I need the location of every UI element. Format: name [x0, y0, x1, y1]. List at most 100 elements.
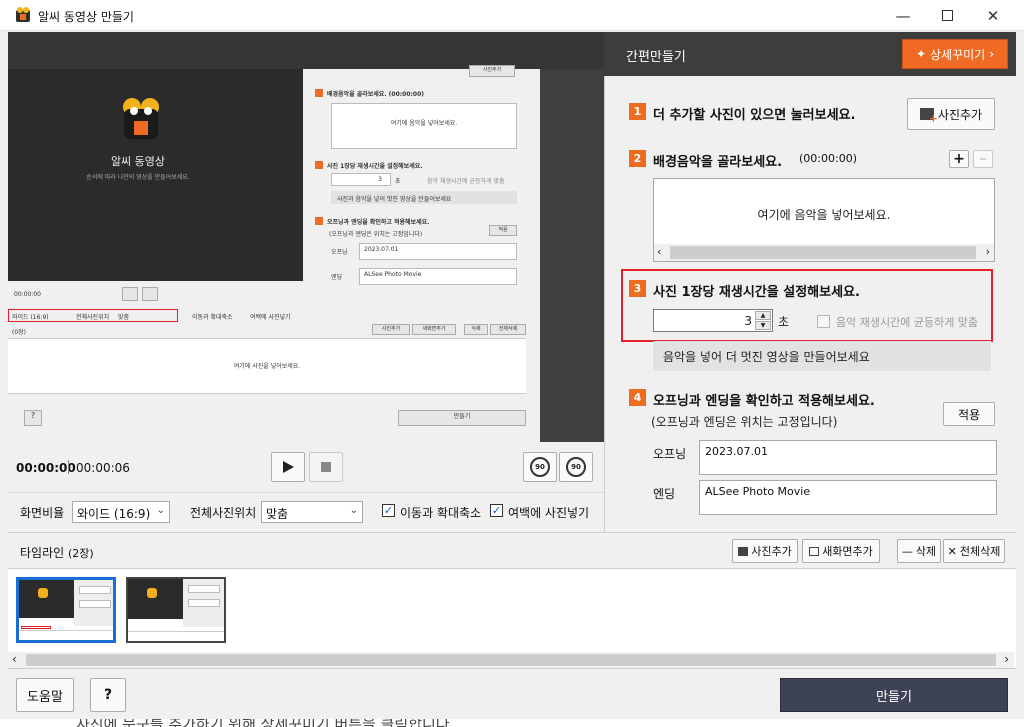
- move-zoom-checkbox[interactable]: ✓: [382, 504, 395, 517]
- preview-mini-num: [315, 89, 323, 97]
- timeline-delete-button[interactable]: — 삭제: [897, 539, 941, 563]
- preview-frame: 알씨 동영상 순서에 따라 나만의 영상을 만들어보세요. 사진추가 배경음악을…: [8, 65, 540, 442]
- add-music-button[interactable]: +: [949, 150, 969, 168]
- add-photo-icon: [738, 546, 749, 556]
- rotate-left-label: 90: [535, 463, 545, 471]
- detail-decorate-button[interactable]: ✦ 상세꾸미기 ›: [902, 39, 1008, 69]
- music-scrollbar[interactable]: ‹ ›: [654, 244, 994, 261]
- play-icon: [283, 461, 294, 473]
- preview-dark-area: 알씨 동영상 순서에 따라 나만의 영상을 만들어보세요.: [8, 69, 303, 281]
- add-photo-button[interactable]: + 사진추가: [907, 98, 995, 130]
- stop-button[interactable]: [309, 452, 343, 482]
- magic-wand-icon: ✦: [915, 47, 927, 61]
- thumb-logo-icon: [38, 588, 48, 598]
- scroll-left-icon[interactable]: ‹: [657, 245, 661, 258]
- preview-mini-ending: ALSee Photo Movie: [359, 268, 517, 285]
- ratio-value: 와이드 (16:9): [77, 507, 151, 521]
- preview-mini-tl-new: 새화면추가: [412, 324, 456, 335]
- make-button[interactable]: 만들기: [780, 678, 1008, 712]
- window-title: 알씨 동영상 만들기: [38, 10, 134, 24]
- preview-mini-unit: 초: [395, 178, 401, 185]
- timeline-thumbnail[interactable]: [16, 577, 116, 643]
- ending-input[interactable]: ALSee Photo Movie: [699, 480, 997, 515]
- panel-header: 간편만들기 ✦ 상세꾸미기 ›: [604, 32, 1016, 76]
- background-document: 사진에 문구를 추가하기 위해 상세꾸미기 버튼을 클릭합니다: [0, 719, 1024, 727]
- question-button[interactable]: ?: [90, 678, 126, 712]
- duration-spinner[interactable]: 3 ▲ ▼: [653, 309, 773, 332]
- ratio-label: 화면비율: [20, 506, 65, 520]
- step-4-title: 오프닝과 엔딩을 확인하고 적용해보세요.: [653, 394, 875, 409]
- music-scrollbar-thumb[interactable]: [670, 246, 976, 259]
- scroll-right-icon[interactable]: ›: [986, 245, 990, 258]
- position-select[interactable]: 맞춤 ⌄: [261, 501, 363, 523]
- minimize-button[interactable]: —: [880, 0, 926, 31]
- thumb-highlight: [21, 626, 51, 629]
- preview-mini-ratio: 와이드 (16:9): [12, 314, 49, 321]
- ratio-select[interactable]: 와이드 (16:9) ⌄: [72, 501, 170, 523]
- preview-mini-music-box: 여기에 음악을 넣어보세요.: [331, 103, 517, 149]
- step-2-title: 배경음악을 골라보세요.: [653, 155, 783, 170]
- preview-mini-check2: 여백에 사진넣기: [250, 314, 291, 321]
- timeline-add-screen-button[interactable]: 새화면추가: [802, 539, 880, 563]
- music-drop-area[interactable]: 여기에 음악을 넣어보세요. ‹ ›: [653, 178, 995, 262]
- play-button[interactable]: [271, 452, 305, 482]
- preview-mini-opening: 2023.07.01: [359, 243, 517, 260]
- rotate-right-label: 90: [571, 463, 581, 471]
- panel-title: 간편만들기: [626, 50, 686, 65]
- info-strip: 음악을 넣어 더 멋진 영상을 만들어보세요: [653, 341, 991, 371]
- help-label: 도움말: [27, 689, 63, 705]
- spin-up-icon[interactable]: ▲: [755, 311, 771, 320]
- help-button[interactable]: 도움말: [16, 678, 74, 712]
- spin-down-icon[interactable]: ▼: [755, 321, 771, 330]
- thumb-box: [188, 599, 220, 607]
- equal-duration-label: 음악 재생시간에 균등하게 맞춤: [836, 316, 979, 329]
- video-preview: 알씨 동영상 순서에 따라 나만의 영상을 만들어보세요. 사진추가 배경음악을…: [8, 32, 604, 442]
- timeline-delete-all-button[interactable]: ✕ 전체삭제: [943, 539, 1005, 563]
- timeline-scrollbar[interactable]: ‹ ›: [8, 652, 1014, 668]
- preview-mini-tl-del: 삭제: [464, 324, 488, 335]
- move-zoom-label: 이동과 확대축소: [400, 506, 482, 520]
- apply-button[interactable]: 적용: [943, 402, 995, 426]
- music-duration: (00:00:00): [799, 152, 857, 165]
- step-1-badge: 1: [629, 103, 646, 120]
- stop-icon: [321, 462, 331, 472]
- preview-mini-opening-label: 오프닝: [331, 249, 348, 256]
- remove-music-button[interactable]: –: [973, 150, 993, 168]
- close-button[interactable]: ✕: [970, 0, 1016, 31]
- preview-mini-play: [122, 287, 138, 301]
- app-window: 알씨 동영상 만들기 — ✕ 알씨 동영상 순서에 따라 나만의 영상을 만들어: [0, 0, 1024, 727]
- preview-mini-ending-label: 엔딩: [331, 274, 343, 281]
- scroll-left-icon[interactable]: ‹: [12, 652, 17, 666]
- preview-mini-num: [315, 217, 323, 225]
- make-label: 만들기: [876, 689, 912, 705]
- thumb-timeline: [19, 630, 113, 640]
- minus-icon: –: [979, 151, 987, 167]
- preview-mini-spin-value: 3: [378, 176, 382, 183]
- timeline-thumbnail[interactable]: [126, 577, 226, 643]
- add-photo-label: 사진추가: [937, 107, 983, 122]
- timeline-add-photo-button[interactable]: 사진추가: [732, 539, 798, 563]
- thumb-box: [79, 600, 111, 608]
- step-2-badge: 2: [629, 150, 646, 167]
- equal-duration-checkbox[interactable]: [817, 315, 830, 328]
- maximize-button[interactable]: [924, 0, 970, 31]
- rotate-left-button[interactable]: 90: [523, 452, 557, 482]
- position-label: 전체사진위치: [190, 506, 257, 520]
- preview-mini-make: 만들기: [398, 410, 526, 426]
- step-3-badge: 3: [629, 280, 646, 297]
- margin-photo-checkbox[interactable]: ✓: [490, 504, 503, 517]
- scroll-right-icon[interactable]: ›: [1004, 652, 1009, 666]
- thumb-timeline: [128, 631, 224, 641]
- preview-logo-name: 알씨 동영상: [110, 155, 166, 168]
- preview-mini-info-strip: 사진과 음악을 넣어 멋진 영상을 만들어보세요: [331, 191, 517, 204]
- chevron-down-icon: ⌄: [156, 505, 165, 516]
- add-photo-icon: +: [919, 108, 938, 124]
- timeline-scrollbar-thumb[interactable]: [26, 654, 996, 666]
- rotate-right-button[interactable]: 90: [559, 452, 593, 482]
- player-controls: 00:00:00 00:00:06 90 90: [8, 442, 604, 492]
- opening-input[interactable]: 2023.07.01: [699, 440, 997, 475]
- maximize-icon: [941, 10, 953, 21]
- thumb-box: [188, 585, 220, 593]
- preview-mini-help: ?: [24, 410, 42, 426]
- add-screen-icon: [809, 546, 820, 556]
